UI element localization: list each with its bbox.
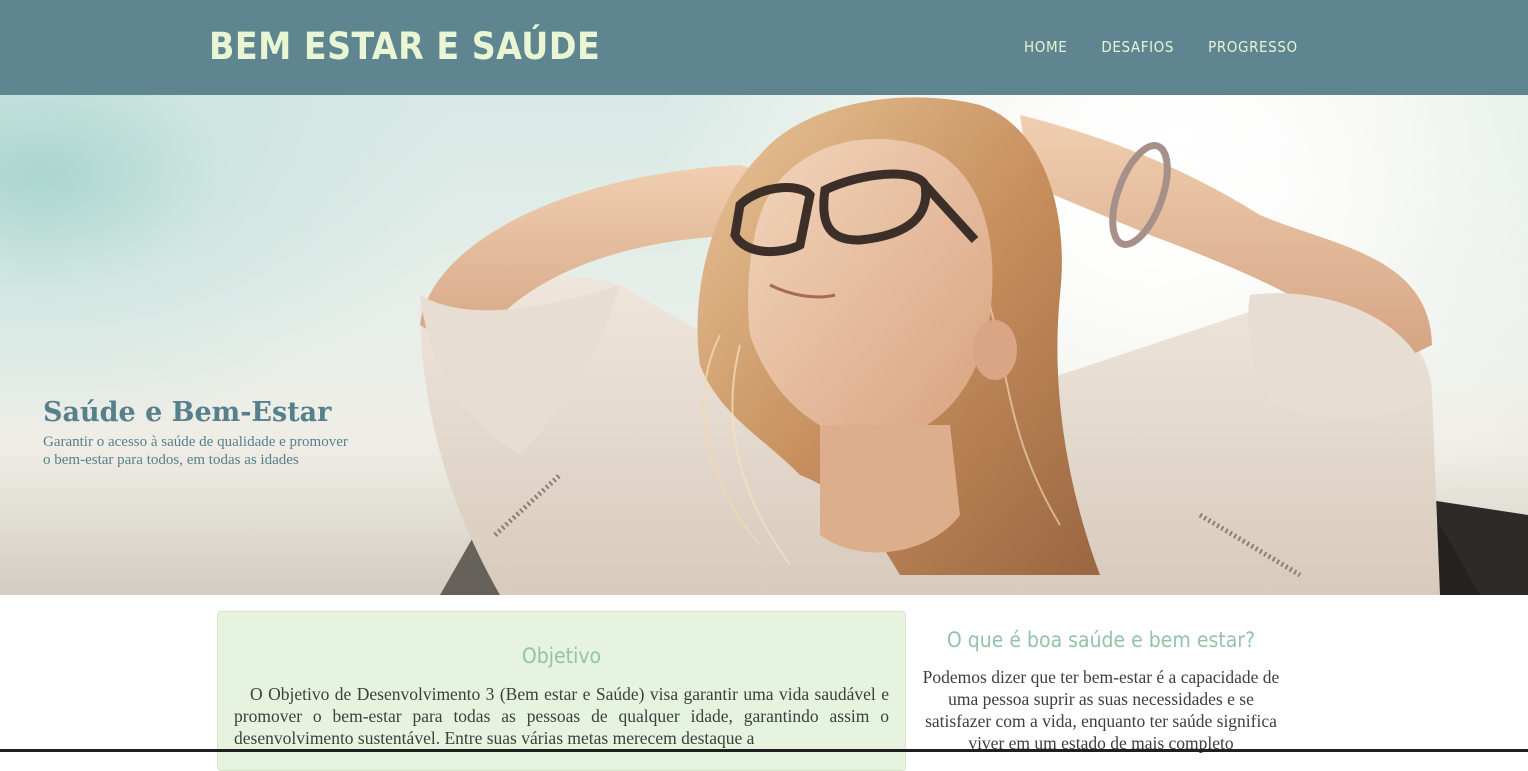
hero-banner: Saúde e Bem-Estar Garantir o acesso à sa… [0,95,1528,595]
site-title[interactable]: BEM ESTAR E SAÚDE [209,22,600,72]
objective-title: Objetivo [521,644,602,668]
objective-card: Objetivo O Objetivo de Desenvolvimento 3… [217,611,906,771]
aside-title: O que é boa saúde e bem estar? [946,628,1256,652]
hero-subtitle: Garantir o acesso à saúde de qualidade e… [43,434,348,468]
nav-desafios-link[interactable]: DESAFIOS [1101,36,1174,58]
site-header: BEM ESTAR E SAÚDE HOME DESAFIOS PROGRESS… [0,0,1528,95]
aside-text: Podemos dizer que ter bem-estar é a capa… [922,667,1280,753]
hero-photo [420,95,1528,595]
main-nav: HOME DESAFIOS PROGRESSO [1024,36,1298,58]
nav-progresso-link[interactable]: PROGRESSO [1208,36,1298,58]
nav-home-link[interactable]: HOME [1024,36,1067,58]
objective-text: O Objetivo de Desenvolvimento 3 (Bem est… [234,684,889,748]
hero-title: Saúde e Bem-Estar [43,397,332,428]
